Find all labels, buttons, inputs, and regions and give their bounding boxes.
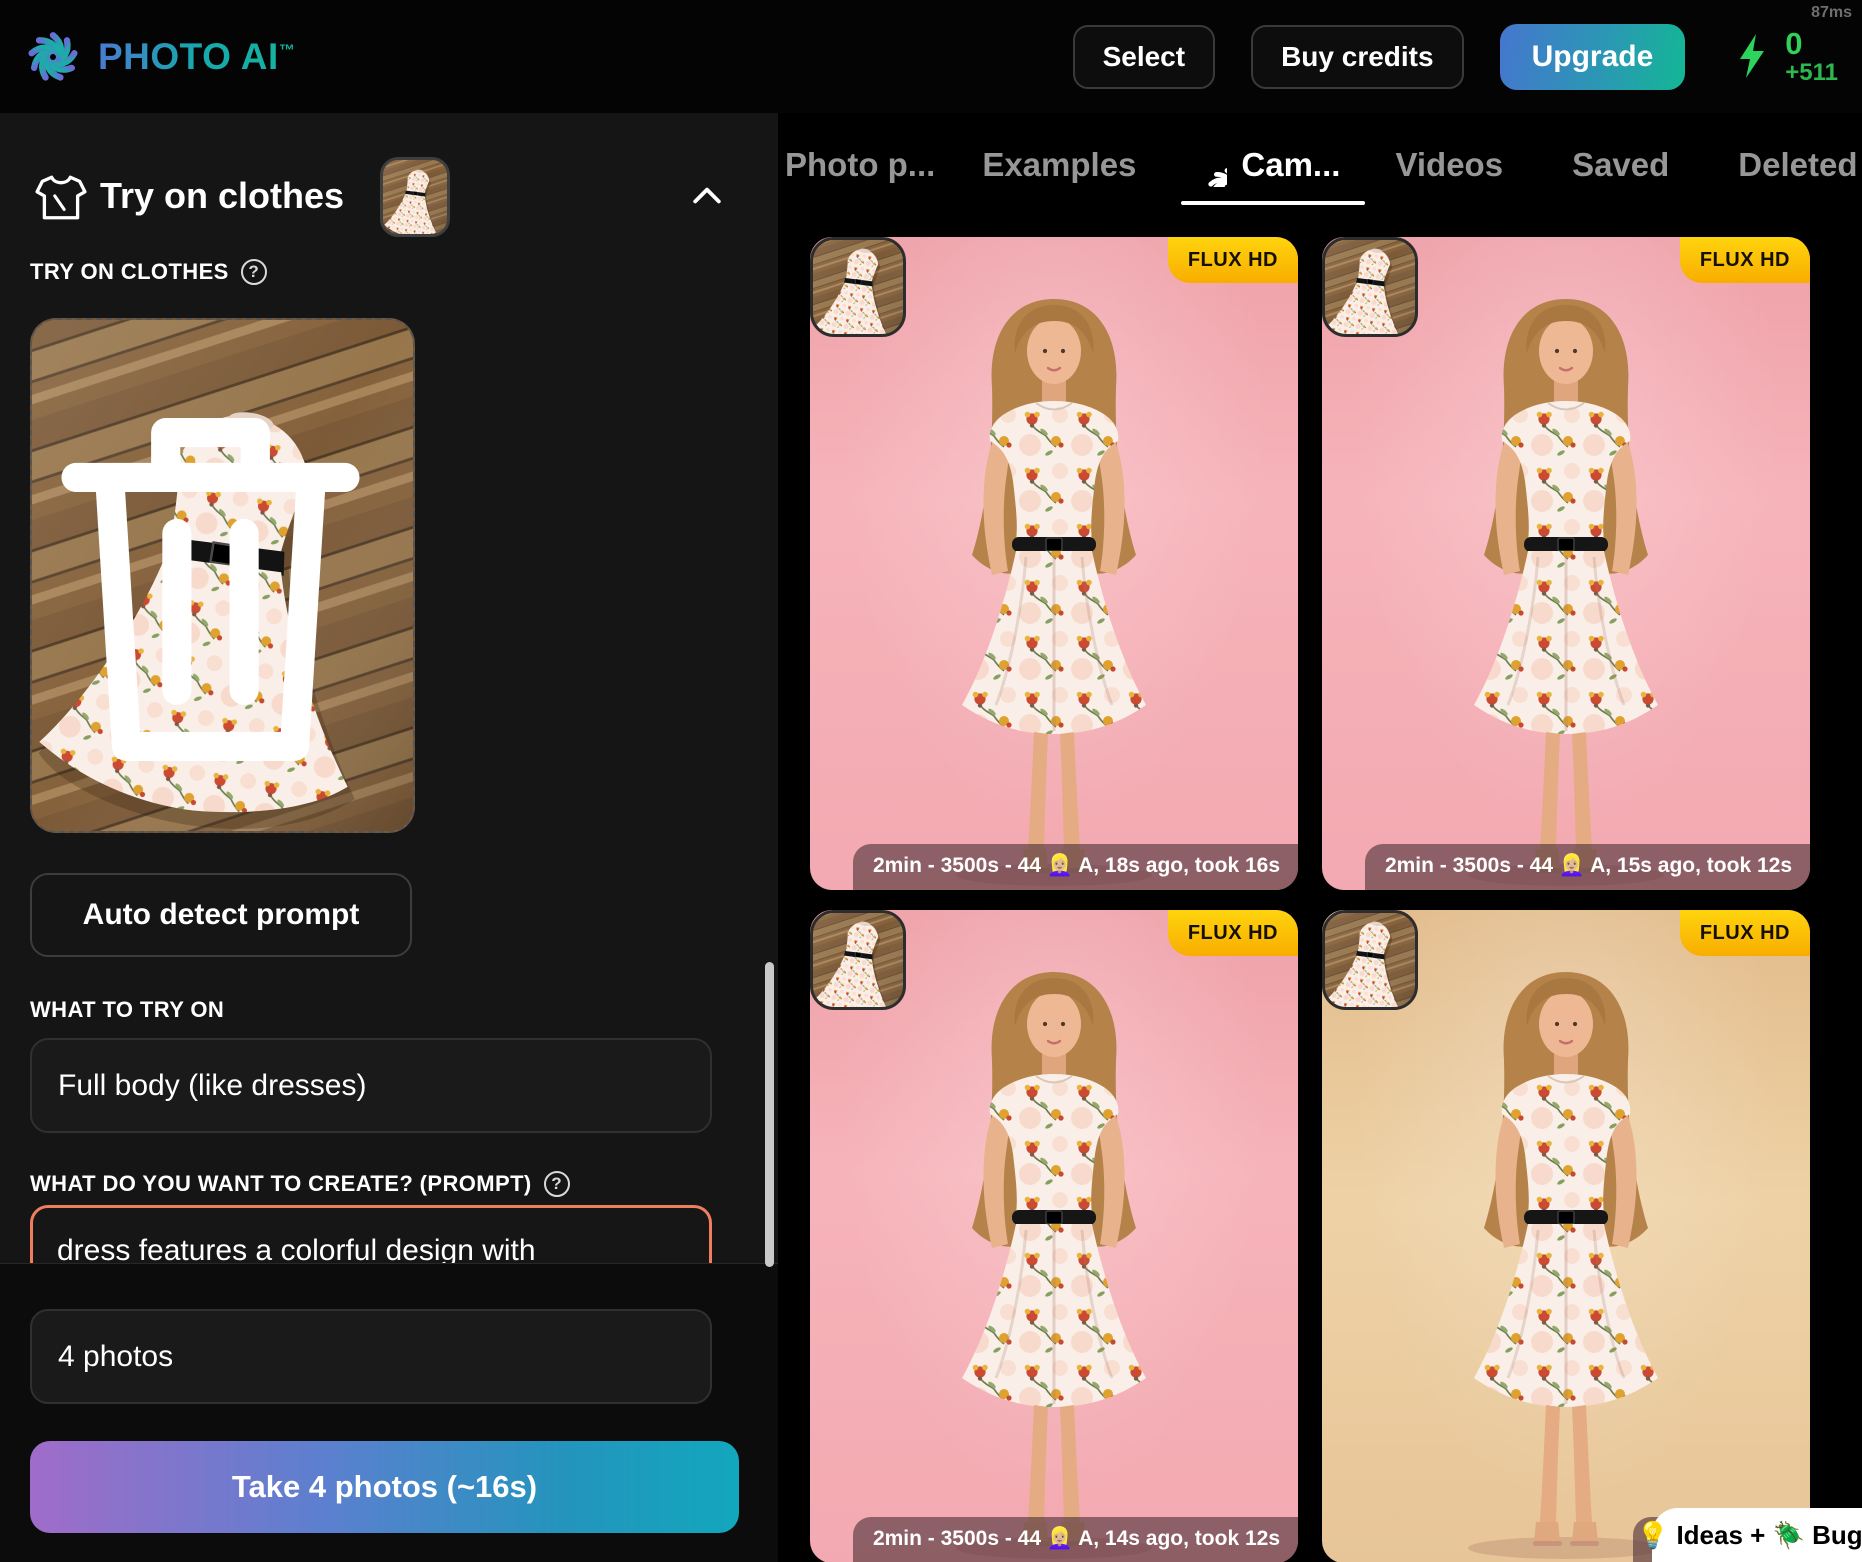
help-icon[interactable]: ?	[544, 1171, 570, 1197]
tab-deleted[interactable]: Deleted	[1738, 146, 1857, 184]
take-photos-button[interactable]: Take 4 photos (~16s)	[30, 1441, 739, 1533]
top-header: PHOTO AI™ 87ms Select Buy credits Upgrad…	[0, 0, 1862, 113]
prompt-label: WHAT DO YOU WANT TO CREATE? (PROMPT) ?	[30, 1171, 570, 1197]
what-to-try-on-label: WHAT TO TRY ON	[30, 997, 224, 1023]
help-icon[interactable]: ?	[241, 259, 267, 285]
tab-camera[interactable]: Cam...	[1183, 143, 1340, 187]
upload-section-label: TRY ON CLOTHES ?	[30, 259, 267, 285]
generated-photo[interactable]: FLUX HD 2min - 3500s - 44 👱🏼‍♀️ A, 15s a…	[1322, 237, 1810, 890]
what-to-try-on-select[interactable]: Full body (like dresses)	[30, 1038, 712, 1133]
camera-tab-logo-icon	[1183, 143, 1227, 187]
source-garment-thumbnail[interactable]	[810, 910, 906, 1010]
tab-videos[interactable]: Videos	[1395, 146, 1503, 184]
generate-footer: 4 photos Take 4 photos (~16s)	[0, 1263, 778, 1562]
tab-examples[interactable]: Examples	[982, 146, 1136, 184]
latency-readout: 87ms	[1811, 4, 1852, 22]
tshirt-icon	[34, 171, 88, 225]
spiral-logo-icon	[24, 28, 82, 86]
flux-hd-badge: FLUX HD	[1680, 910, 1810, 956]
flux-hd-badge: FLUX HD	[1168, 910, 1298, 956]
generated-photo[interactable]: FLUX HD 2min - 3500s - 44 👱🏼‍♀️ A, 14s a…	[810, 910, 1298, 1562]
credits-count: 0	[1785, 28, 1838, 61]
tab-photo-packs[interactable]: Photo p...	[785, 146, 935, 184]
chevron-up-icon[interactable]	[692, 185, 722, 205]
photo-caption: 2min - 3500s - 44 👱🏼‍♀️ A, 18s ago, took…	[853, 844, 1298, 890]
buy-credits-button[interactable]: Buy credits	[1251, 25, 1464, 89]
photo-ai-app: PHOTO AI™ 87ms Select Buy credits Upgrad…	[0, 0, 1862, 1562]
lightning-icon	[1729, 32, 1775, 80]
flux-hd-badge: FLUX HD	[1680, 237, 1810, 283]
photo-count-select[interactable]: 4 photos	[30, 1309, 712, 1404]
active-tab-underline	[1181, 201, 1365, 205]
tab-camera-label: Cam...	[1241, 146, 1340, 184]
source-garment-thumbnail[interactable]	[810, 237, 906, 337]
credits-balance[interactable]: 0 +511	[1729, 28, 1838, 86]
brand-name: PHOTO AI™	[98, 36, 295, 78]
source-garment-thumbnail[interactable]	[1322, 910, 1418, 1010]
brand-tm: ™	[279, 42, 296, 59]
source-garment-thumbnail[interactable]	[1322, 237, 1418, 337]
panel-title: Try on clothes	[100, 175, 344, 217]
generated-photo[interactable]: FLUX HD 2min - 3500s - 44 👱🏼‍♀️ A, 18s a…	[810, 237, 1298, 890]
generated-photo[interactable]: FLUX HD 2min - 3500s -	[1322, 910, 1810, 1562]
garment-thumbnail-chip	[380, 157, 450, 237]
gallery-tabs: Photo p... Examples Cam... Videos Saved …	[785, 113, 1862, 216]
tab-saved[interactable]: Saved	[1572, 146, 1669, 184]
brand-logo: PHOTO AI™	[24, 28, 295, 86]
trash-icon[interactable]	[30, 334, 401, 833]
prompt-clipped-line	[57, 1212, 685, 1226]
garment-image[interactable]	[30, 318, 415, 833]
sidebar-scrollbar[interactable]	[765, 962, 774, 1267]
select-button[interactable]: Select	[1073, 25, 1216, 89]
auto-detect-prompt-button[interactable]: Auto detect prompt	[30, 873, 412, 957]
photo-caption: 2min - 3500s - 44 👱🏼‍♀️ A, 14s ago, took…	[853, 1517, 1298, 1562]
credits-delta: +511	[1785, 60, 1838, 85]
panel-header[interactable]: Try on clothes	[0, 153, 778, 243]
ideas-bugs-button[interactable]: 💡 Ideas + 🪲 Bugs	[1652, 1508, 1862, 1562]
try-on-clothes-panel: Try on clothes TRY ON CLOTHES ? Auto det…	[0, 113, 778, 1562]
photo-caption: 2min - 3500s - 44 👱🏼‍♀️ A, 15s ago, took…	[1365, 844, 1810, 890]
upgrade-button[interactable]: Upgrade	[1500, 24, 1686, 90]
flux-hd-badge: FLUX HD	[1168, 237, 1298, 283]
